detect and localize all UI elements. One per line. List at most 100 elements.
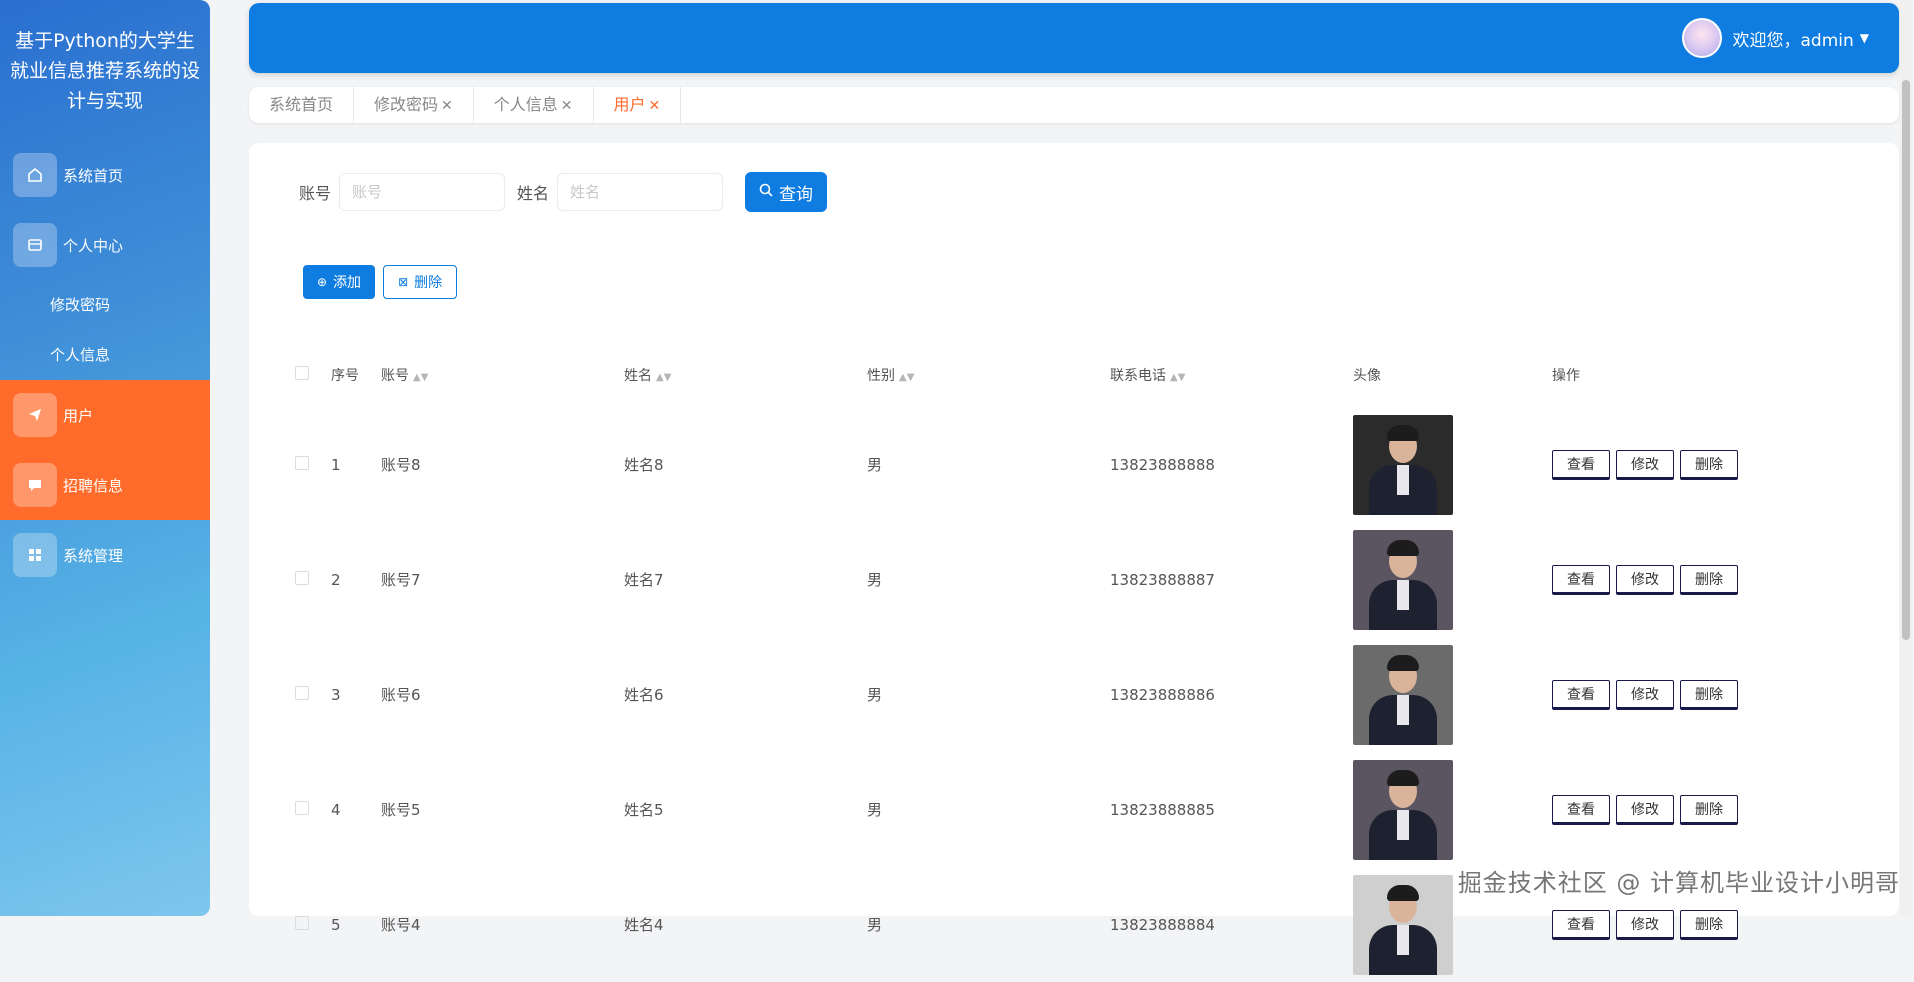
query-button[interactable]: 查询 — [745, 172, 828, 212]
cell-index: 3 — [331, 685, 341, 704]
row-checkbox[interactable] — [295, 800, 309, 815]
close-icon[interactable]: ✕ — [561, 98, 573, 114]
row-checkbox[interactable] — [295, 570, 309, 585]
cell-account: 账号7 — [381, 571, 421, 589]
view-button[interactable]: 查看 — [1552, 449, 1610, 480]
cell-account: 账号5 — [381, 801, 421, 819]
tab-bar: 系统首页 修改密码 ✕ 个人信息 ✕ 用户 ✕ — [249, 87, 1899, 123]
table-row: 4 账号5 姓名5 男 13823888885 查看 修改 删除 — [289, 752, 1869, 867]
column-header: 头像 — [1353, 368, 1381, 384]
delete-button-label: 删除 — [414, 274, 443, 290]
close-icon[interactable]: ✕ — [441, 98, 453, 114]
cell-name: 姓名6 — [624, 686, 664, 704]
sidebar-item-user-center[interactable]: 个人中心 — [0, 210, 210, 280]
page-scrollbar[interactable] — [1900, 0, 1912, 916]
sidebar-item-change-password[interactable]: 修改密码 — [0, 280, 210, 330]
delete-button[interactable]: 删除 — [1680, 449, 1738, 480]
delete-button[interactable]: 删除 — [1680, 564, 1738, 595]
tab-users[interactable]: 用户 ✕ — [594, 87, 682, 123]
sort-icon[interactable]: ▲▼ — [656, 372, 671, 383]
tab-label: 个人信息 — [493, 95, 558, 114]
caret-down-icon: ▼ — [1859, 31, 1869, 45]
message-icon — [13, 463, 57, 507]
cell-account: 账号4 — [381, 916, 421, 934]
sidebar-item-home[interactable]: 系统首页 — [0, 140, 210, 210]
column-header[interactable]: 姓名 ▲▼ — [624, 365, 867, 385]
view-button[interactable]: 查看 — [1552, 909, 1610, 940]
sidebar-item-jobs[interactable]: 招聘信息 — [0, 450, 210, 520]
view-button[interactable]: 查看 — [1552, 564, 1610, 595]
cell-phone: 13823888887 — [1110, 570, 1215, 589]
watermark: 掘金技术社区 @ 计算机毕业设计小明哥 — [1457, 869, 1900, 897]
column-header[interactable]: 性别 ▲▼ — [867, 365, 1110, 385]
grid-icon — [13, 533, 57, 577]
view-button[interactable]: 查看 — [1552, 679, 1610, 710]
sidebar-item-users[interactable]: 用户 — [0, 380, 210, 450]
cell-account: 账号8 — [381, 456, 421, 474]
view-button[interactable]: 查看 — [1552, 794, 1610, 825]
table-row: 1 账号8 姓名8 男 13823888888 查看 修改 删除 — [289, 407, 1869, 522]
edit-button[interactable]: 修改 — [1616, 449, 1674, 480]
edit-button[interactable]: 修改 — [1616, 679, 1674, 710]
cell-sex: 男 — [867, 916, 883, 934]
delete-box-icon: ⊠ — [398, 275, 409, 289]
account-label: 账号 — [299, 184, 332, 203]
sort-icon[interactable]: ▲▼ — [1170, 372, 1185, 383]
add-button[interactable]: ⊕ 添加 — [303, 265, 376, 299]
edit-button[interactable]: 修改 — [1616, 909, 1674, 940]
tab-profile[interactable]: 个人信息 ✕ — [474, 87, 594, 123]
cell-name: 姓名8 — [624, 456, 664, 474]
cell-name: 姓名7 — [624, 571, 664, 589]
sidebar-item-label: 系统管理 — [63, 546, 124, 565]
cell-index: 2 — [331, 570, 341, 589]
cell-sex: 男 — [867, 801, 883, 819]
plus-circle-icon: ⊕ — [317, 275, 328, 289]
tab-change-password[interactable]: 修改密码 ✕ — [354, 87, 474, 123]
sidebar-item-profile[interactable]: 个人信息 — [0, 330, 210, 380]
search-form: 账号 姓名 查询 — [299, 172, 828, 212]
batch-delete-button[interactable]: ⊠ 删除 — [383, 265, 458, 299]
user-menu[interactable]: 欢迎您，admin ▼ — [1682, 18, 1869, 58]
column-header: 操作 — [1552, 368, 1580, 384]
sidebar-item-label: 用户 — [63, 406, 94, 425]
select-all-checkbox[interactable] — [295, 366, 309, 380]
sort-icon[interactable]: ▲▼ — [413, 372, 428, 383]
table-row: 2 账号7 姓名7 男 13823888887 查看 修改 删除 — [289, 522, 1869, 637]
sidebar-item-system[interactable]: 系统管理 — [0, 520, 210, 590]
search-icon — [759, 182, 773, 202]
user-center-icon — [13, 223, 57, 267]
column-header[interactable]: 联系电话 ▲▼ — [1110, 365, 1353, 385]
send-icon — [13, 393, 57, 437]
table-header: 序号 账号 ▲▼ 姓名 ▲▼ 性别 ▲▼ 联系电话 ▲▼ 头像 操作 — [289, 343, 1869, 407]
user-photo — [1353, 759, 1453, 860]
delete-button[interactable]: 删除 — [1680, 909, 1738, 940]
row-checkbox[interactable] — [295, 455, 309, 470]
edit-button[interactable]: 修改 — [1616, 794, 1674, 825]
user-photo — [1353, 874, 1453, 975]
cell-name: 姓名4 — [624, 916, 664, 934]
close-icon[interactable]: ✕ — [649, 98, 661, 114]
delete-button[interactable]: 删除 — [1680, 679, 1738, 710]
cell-index: 5 — [331, 915, 341, 934]
cell-phone: 13823888888 — [1110, 455, 1215, 474]
row-checkbox[interactable] — [295, 915, 309, 930]
row-checkbox[interactable] — [295, 685, 309, 700]
cell-account: 账号6 — [381, 686, 421, 704]
welcome-text: 欢迎您，admin — [1732, 30, 1854, 51]
app-title: 基于Python的大学生就业信息推荐系统的设计与实现 — [10, 30, 201, 112]
account-input[interactable] — [339, 173, 506, 211]
name-label: 姓名 — [517, 184, 550, 203]
avatar — [1682, 18, 1723, 58]
add-button-label: 添加 — [333, 274, 362, 290]
name-input[interactable] — [557, 173, 724, 211]
action-bar: ⊕ 添加 ⊠ 删除 — [303, 265, 458, 299]
delete-button[interactable]: 删除 — [1680, 794, 1738, 825]
tab-label: 修改密码 — [374, 95, 439, 114]
column-header[interactable]: 账号 ▲▼ — [381, 365, 624, 385]
home-icon — [13, 153, 57, 197]
scrollbar-thumb[interactable] — [1902, 80, 1910, 640]
cell-sex: 男 — [867, 686, 883, 704]
edit-button[interactable]: 修改 — [1616, 564, 1674, 595]
sort-icon[interactable]: ▲▼ — [899, 372, 914, 383]
tab-home[interactable]: 系统首页 — [249, 87, 355, 123]
